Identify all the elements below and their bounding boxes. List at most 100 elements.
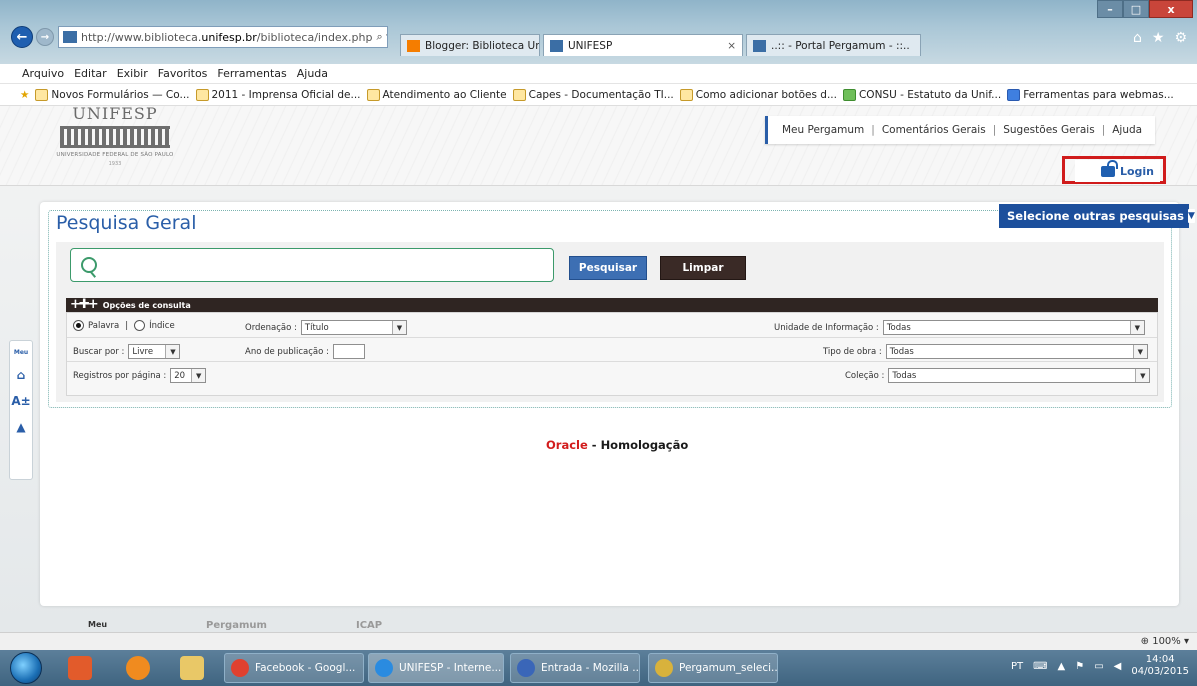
login-button[interactable]: Login bbox=[1075, 159, 1160, 182]
menu-editar[interactable]: Editar bbox=[74, 67, 107, 80]
link-separator: | bbox=[992, 124, 997, 136]
browser-tools: ⌂ ★ ⚙ bbox=[1133, 30, 1187, 46]
favorite-link[interactable]: Como adicionar botões d... bbox=[679, 88, 837, 101]
zoom-level: 100% bbox=[1152, 636, 1181, 647]
folder-icon[interactable] bbox=[180, 656, 204, 680]
select-other-searches[interactable]: Selecione outras pesquisas ▼ bbox=[999, 204, 1195, 228]
favorite-link[interactable]: Ferramentas para webmas... bbox=[1007, 88, 1174, 101]
menu-exibir[interactable]: Exibir bbox=[117, 67, 148, 80]
language-indicator[interactable]: PT bbox=[1011, 661, 1023, 672]
task-label: UNIFESP - Interne... bbox=[399, 662, 502, 674]
tab-unifesp[interactable]: UNIFESP × bbox=[543, 34, 743, 56]
radio-indice[interactable] bbox=[134, 320, 146, 331]
media-player-icon[interactable] bbox=[68, 656, 92, 680]
task-label: Pergamum_seleci... bbox=[679, 662, 778, 674]
task-mozilla[interactable]: Entrada - Mozilla ... bbox=[510, 653, 640, 683]
scroll-top-icon[interactable]: ▲ bbox=[16, 420, 25, 434]
favorite-link[interactable]: CONSU - Estatuto da Unif... bbox=[842, 88, 1001, 101]
unit-select[interactable]: Todas ▼ bbox=[882, 320, 1145, 335]
status-bar: ⊕ 100% ▾ bbox=[0, 632, 1197, 650]
chevron-down-icon: ▼ bbox=[1188, 209, 1195, 223]
search-icon bbox=[81, 257, 97, 273]
footer-meu-logo[interactable]: Meu bbox=[88, 620, 107, 629]
order-select[interactable]: Título ▼ bbox=[300, 320, 407, 335]
flag-icon[interactable]: ⚑ bbox=[1075, 661, 1084, 672]
footer-pergamum-logo[interactable]: Pergamum bbox=[206, 620, 267, 631]
per-page-value: 20 bbox=[174, 370, 186, 381]
collection-select[interactable]: Todas ▼ bbox=[888, 368, 1151, 383]
favorite-label: Como adicionar botões d... bbox=[695, 88, 837, 101]
start-button[interactable] bbox=[10, 652, 42, 684]
unifesp-logo[interactable]: UNIFESP UNIVERSIDADE FEDERAL DE SÃO PAUL… bbox=[55, 106, 175, 176]
forward-button[interactable]: → bbox=[36, 28, 54, 46]
address-tools-icon[interactable]: ⌕ ▾ C bbox=[372, 30, 387, 44]
back-button[interactable]: ← bbox=[11, 26, 33, 48]
work-type-select[interactable]: Todas ▼ bbox=[885, 344, 1148, 359]
menu-ajuda[interactable]: Ajuda bbox=[297, 67, 328, 80]
favorites-star-icon[interactable]: ★ bbox=[20, 89, 29, 101]
task-facebook[interactable]: Facebook - Googl... bbox=[224, 653, 364, 683]
menu-ferramentas[interactable]: Ferramentas bbox=[217, 67, 286, 80]
tab-pergamum[interactable]: ..:: - Portal Pergamum - ::.. bbox=[746, 34, 921, 56]
search-input[interactable] bbox=[70, 248, 554, 282]
tab-label: UNIFESP bbox=[568, 39, 613, 52]
search-by-select[interactable]: Livre ▼ bbox=[128, 344, 181, 359]
per-page-select[interactable]: 20 ▼ bbox=[170, 368, 207, 383]
favorites-bar: ★ Novos Formulários — Co... 2011 - Impre… bbox=[0, 84, 1197, 106]
maximize-button[interactable]: □ bbox=[1123, 0, 1149, 18]
thunderbird-icon bbox=[517, 659, 535, 677]
link-sugestoes-gerais[interactable]: Sugestões Gerais bbox=[1003, 124, 1094, 136]
options-row: Palavra | Índice Ordenação : Título ▼ Un… bbox=[67, 315, 1157, 338]
gear-icon[interactable]: ⚙ bbox=[1174, 30, 1187, 46]
internet-explorer-icon bbox=[375, 659, 393, 677]
page-icon bbox=[35, 88, 49, 101]
app-flame-icon[interactable] bbox=[126, 656, 150, 680]
address-bar[interactable]: http://www.biblioteca. unifesp.br/bibliot… bbox=[58, 26, 388, 48]
show-hidden-icon[interactable]: ▲ bbox=[1058, 661, 1066, 672]
font-size-icon[interactable]: A± bbox=[11, 394, 30, 408]
footer-icap-logo[interactable]: ICAP bbox=[356, 620, 382, 631]
tab-blogger[interactable]: Blogger: Biblioteca Unifesp Ca... bbox=[400, 34, 540, 56]
menu-bar: Arquivo Editar Exibir Favoritos Ferramen… bbox=[0, 64, 1197, 84]
favorite-link[interactable]: Novos Formulários — Co... bbox=[35, 88, 190, 101]
windows-taskbar: Facebook - Googl... UNIFESP - Interne...… bbox=[0, 650, 1197, 686]
close-window-button[interactable]: x bbox=[1149, 0, 1193, 18]
options-header[interactable]: +✚+ Opções de consulta bbox=[66, 298, 1158, 312]
year-input[interactable] bbox=[332, 344, 365, 359]
my-pergamum-icon[interactable]: Meu bbox=[14, 349, 28, 356]
search-button[interactable]: Pesquisar bbox=[569, 256, 647, 280]
grid-icon bbox=[842, 88, 856, 101]
radio-palavra[interactable] bbox=[73, 320, 84, 331]
task-label: Facebook - Googl... bbox=[255, 662, 356, 674]
network-icon[interactable]: ▭ bbox=[1094, 661, 1103, 672]
favorite-label: 2011 - Imprensa Oficial de... bbox=[211, 88, 361, 101]
options-panel: Palavra | Índice Ordenação : Título ▼ Un… bbox=[66, 312, 1158, 396]
stage-label: Homologação bbox=[600, 438, 689, 452]
clock[interactable]: 14:04 04/03/2015 bbox=[1131, 654, 1189, 678]
home-icon[interactable]: ⌂ bbox=[17, 368, 26, 382]
logo-word: UNIFESP bbox=[72, 106, 158, 123]
favorite-link[interactable]: Atendimento ao Cliente bbox=[366, 88, 507, 101]
link-comentarios-gerais[interactable]: Comentários Gerais bbox=[882, 124, 986, 136]
zoom-control[interactable]: ⊕ 100% ▾ bbox=[1141, 636, 1189, 647]
favorite-link[interactable]: 2011 - Imprensa Oficial de... bbox=[195, 88, 361, 101]
task-paint[interactable]: Pergamum_seleci... bbox=[648, 653, 778, 683]
link-meu-pergamum[interactable]: Meu Pergamum bbox=[782, 124, 864, 136]
keyboard-icon[interactable]: ⌨ bbox=[1033, 661, 1047, 672]
minimize-button[interactable]: – bbox=[1097, 0, 1123, 18]
volume-icon[interactable]: ◀ bbox=[1114, 661, 1122, 672]
radio-separator: | bbox=[125, 320, 129, 331]
menu-arquivo[interactable]: Arquivo bbox=[22, 67, 64, 80]
environment-label: Oracle - Homologação bbox=[546, 438, 688, 452]
top-links: Meu Pergamum | Comentários Gerais | Suge… bbox=[765, 116, 1155, 144]
close-tab-icon[interactable]: × bbox=[721, 40, 736, 52]
options-title: Opções de consulta bbox=[102, 300, 191, 310]
link-ajuda[interactable]: Ajuda bbox=[1112, 124, 1142, 136]
home-icon[interactable]: ⌂ bbox=[1133, 30, 1142, 46]
favorite-link[interactable]: Capes - Documentação TI... bbox=[512, 88, 674, 101]
task-unifesp[interactable]: UNIFESP - Interne... bbox=[368, 653, 504, 683]
chevron-down-icon: ▼ bbox=[165, 345, 180, 358]
menu-favoritos[interactable]: Favoritos bbox=[158, 67, 208, 80]
clear-button[interactable]: Limpar bbox=[660, 256, 746, 280]
favorites-star-icon[interactable]: ★ bbox=[1152, 30, 1165, 46]
